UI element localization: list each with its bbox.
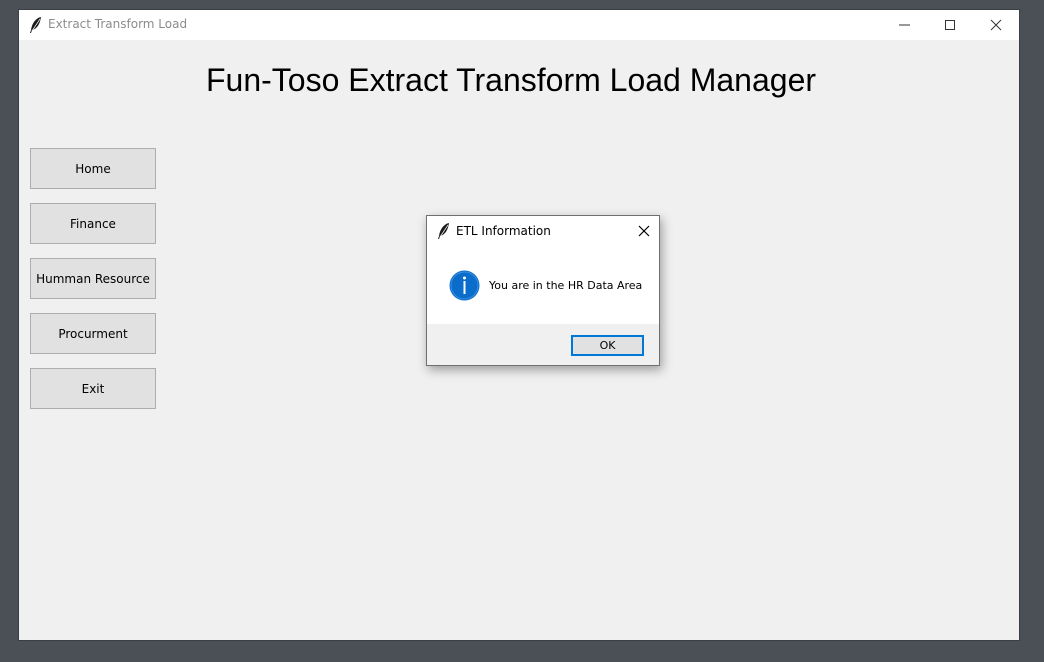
ok-button[interactable]: OK [571,335,644,356]
dialog-title: ETL Information [456,224,551,238]
feather-icon [437,222,451,244]
human-resource-button[interactable]: Humman Resource [30,258,156,299]
exit-button[interactable]: Exit [30,368,156,409]
info-dialog: ETL Information You are in the HR Data A… [426,215,660,366]
finance-button[interactable]: Finance [30,203,156,244]
page-title: Fun-Toso Extract Transform Load Manager [205,62,817,98]
dialog-title-bar[interactable]: ETL Information [427,216,659,246]
close-icon [638,225,650,237]
title-bar[interactable]: Extract Transform Load [19,10,1019,40]
close-window-button[interactable] [973,10,1019,40]
minimize-icon [899,24,910,26]
dialog-close-button[interactable] [633,220,655,242]
dialog-message: You are in the HR Data Area [489,279,643,292]
home-button[interactable]: Home [30,148,156,189]
dialog-footer: OK [427,324,659,365]
minimize-button[interactable] [882,10,928,40]
info-icon [449,270,480,301]
close-icon [990,19,1002,31]
maximize-icon [945,20,955,30]
maximize-button[interactable] [927,10,973,40]
procurement-button[interactable]: Procurment [30,313,156,354]
window-title: Extract Transform Load [48,17,188,31]
feather-icon [29,16,43,34]
